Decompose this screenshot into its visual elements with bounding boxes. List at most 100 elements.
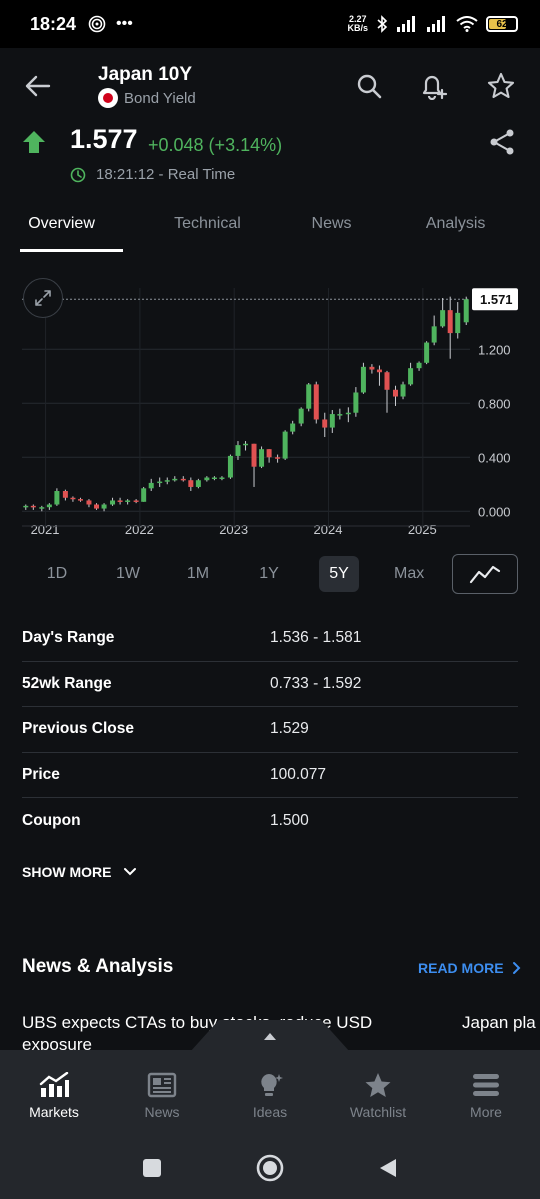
candle-body (337, 414, 343, 416)
price-change: +0.048 (+3.14%) (148, 135, 283, 155)
more-notifications-icon: ••• (116, 15, 133, 32)
y-tick-label: 0.800 (478, 396, 511, 411)
candle-body (384, 372, 390, 390)
stat-row: Coupon 1.500 (22, 798, 518, 844)
candle-body (408, 368, 414, 385)
add-watchlist-button[interactable] (483, 68, 519, 104)
chart-type-button[interactable] (452, 554, 518, 594)
back-button[interactable] (20, 68, 56, 104)
add-alert-button[interactable] (416, 68, 452, 104)
japan-flag-icon (98, 88, 118, 108)
range-1m-button[interactable]: 1M (178, 556, 218, 592)
candle-body (345, 412, 351, 415)
recents-button[interactable] (134, 1150, 170, 1186)
triangle-back-icon (380, 1159, 396, 1177)
battery-icon: 62 (486, 16, 518, 32)
search-button[interactable] (351, 68, 387, 104)
candle-body (110, 500, 116, 505)
search-icon (357, 74, 382, 99)
bell-plus-icon (422, 75, 448, 100)
candle-body (172, 478, 178, 481)
stat-row: Day's Range 1.536 - 1.581 (22, 616, 518, 662)
time-range-selector: 1D 1W 1M 1Y 5Y Max (0, 552, 540, 596)
ideas-icon (261, 1074, 283, 1096)
tab-overview[interactable]: Overview (0, 200, 124, 252)
stat-value: 1.536 - 1.581 (270, 629, 362, 647)
up-arrow-icon (23, 131, 45, 153)
price-chart-area[interactable]: 0.000 0.400 0.800 1.200 2021 2022 2023 2024 2025… (0, 268, 540, 538)
x-tick-label: 2024 (314, 522, 343, 537)
stat-value: 100.077 (270, 765, 327, 783)
candle-body (180, 478, 186, 481)
candle-body (54, 491, 60, 505)
candle-body (125, 500, 131, 502)
stat-label: 52wk Range (22, 674, 112, 692)
tab-analysis[interactable]: Analysis (371, 200, 540, 252)
nav-watchlist[interactable]: Watchlist (324, 1050, 432, 1136)
tab-news[interactable]: News (292, 200, 371, 252)
battery-level: 62 (496, 18, 508, 30)
chevron-down-icon (124, 868, 137, 876)
instrument-header: Japan 10Y Bond Yield (0, 48, 540, 124)
range-1y-button[interactable]: 1Y (249, 556, 289, 592)
nav-markets[interactable]: Markets (0, 1050, 108, 1136)
news-section-title: News & Analysis (22, 956, 174, 977)
candle-body (369, 366, 375, 370)
nav-more[interactable]: More (432, 1050, 540, 1136)
nav-news[interactable]: News (108, 1050, 216, 1136)
candle-body (282, 431, 288, 459)
stat-label: Coupon (22, 811, 81, 829)
read-more-link[interactable]: READ MORE (418, 960, 522, 976)
candle-body (306, 384, 312, 409)
last-price-label: 1.571 (480, 292, 513, 307)
candle-body (211, 477, 217, 480)
clock-icon (70, 167, 86, 182)
net-speed-unit: KB/s (347, 23, 368, 33)
candlestick-chart[interactable]: 0.000 0.400 0.800 1.200 2021 2022 2023 2024 2025… (0, 268, 540, 538)
status-time: 18:24 (30, 13, 77, 34)
candle-body (133, 500, 139, 502)
candle-body (313, 384, 319, 420)
stat-value: 1.529 (270, 720, 309, 738)
range-1d-button[interactable]: 1D (37, 556, 77, 592)
candle-body (117, 500, 123, 502)
expand-icon (35, 290, 51, 306)
candle-body (46, 504, 52, 508)
share-icon (490, 129, 514, 155)
range-1w-button[interactable]: 1W (108, 556, 148, 592)
x-tick-label: 2022 (125, 522, 154, 537)
news-headline[interactable]: Japan pla sales by 1 (462, 1012, 540, 1034)
stat-row: Previous Close 1.529 (22, 707, 518, 753)
chevron-up-icon (264, 1033, 276, 1040)
show-more-label: SHOW MORE (22, 864, 112, 880)
y-tick-label: 0.400 (478, 450, 511, 465)
candle-body (235, 445, 241, 456)
nav-ideas[interactable]: Ideas (216, 1050, 324, 1136)
candle-body (392, 389, 398, 397)
candle-body (243, 443, 249, 446)
system-back-button[interactable] (370, 1150, 406, 1186)
instrument-tabs: Overview Technical News Analysis (0, 200, 540, 252)
home-button[interactable] (252, 1150, 288, 1186)
candle-body (251, 443, 257, 467)
candle-body (431, 326, 437, 343)
candle-body (424, 342, 430, 363)
show-more-button[interactable]: SHOW MORE (22, 864, 137, 880)
candle-body (259, 449, 265, 467)
stat-value: 0.733 - 1.592 (270, 674, 362, 692)
candle-body (77, 499, 83, 501)
candle-body (148, 482, 154, 489)
nav-label: More (470, 1104, 502, 1120)
share-button[interactable] (484, 124, 520, 160)
key-statistics: Day's Range 1.536 - 1.581 52wk Range 0.7… (22, 616, 518, 844)
range-max-button[interactable]: Max (386, 556, 432, 592)
star-outline-icon (487, 72, 515, 99)
tab-technical[interactable]: Technical (123, 200, 292, 252)
expand-chart-button[interactable] (23, 278, 63, 318)
candle-body (322, 419, 328, 428)
news-icon (147, 1072, 177, 1098)
range-5y-button[interactable]: 5Y (319, 556, 359, 592)
candle-body (447, 310, 453, 334)
nav-label: News (144, 1104, 180, 1120)
wifi-icon (456, 16, 478, 32)
